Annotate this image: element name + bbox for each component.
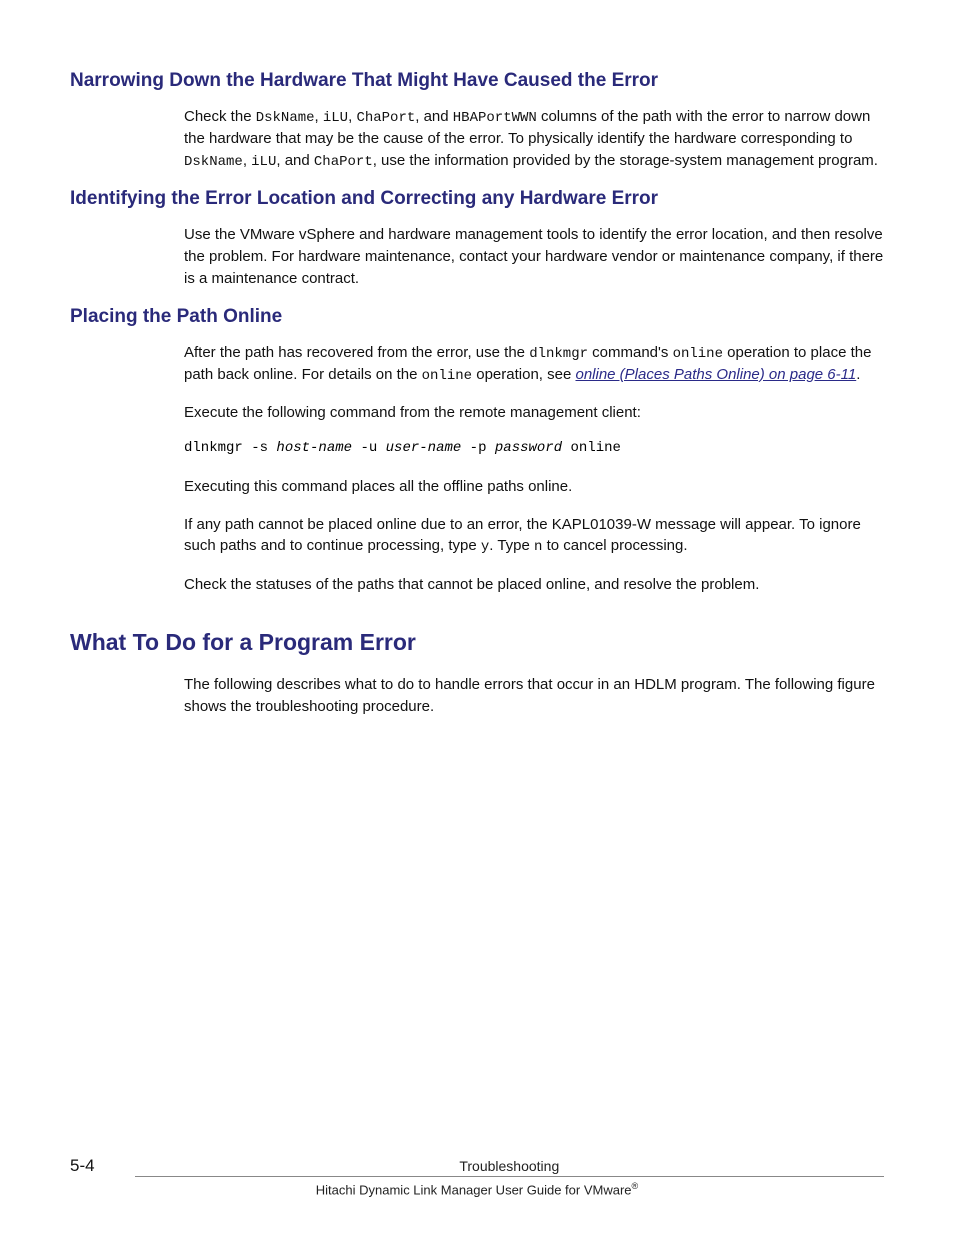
heading-narrowing: Narrowing Down the Hardware That Might H… — [70, 70, 884, 92]
registered-mark: ® — [632, 1181, 639, 1191]
code-dlnkmgr: dlnkmgr — [529, 346, 588, 362]
text: to cancel processing. — [542, 537, 687, 554]
code-y: y — [481, 539, 489, 555]
code-chaport2: ChaPort — [314, 154, 373, 170]
para-identifying-1: Use the VMware vSphere and hardware mana… — [184, 224, 884, 289]
text: , and — [415, 108, 453, 125]
text: , use the information provided by the st… — [373, 152, 878, 169]
text: . — [856, 366, 860, 383]
text: operation, see — [472, 366, 575, 383]
cmd-text: -u — [352, 440, 386, 456]
para-placing-5: Check the statuses of the paths that can… — [184, 574, 884, 596]
code-hbaportwwn: HBAPortWWN — [453, 110, 537, 126]
para-program-error-1: The following describes what to do to ha… — [184, 674, 884, 718]
footer-subtitle-text: Hitachi Dynamic Link Manager User Guide … — [316, 1182, 632, 1197]
para-placing-3: Executing this command places all the of… — [184, 476, 884, 498]
footer-doc-title: Hitachi Dynamic Link Manager User Guide … — [70, 1181, 884, 1197]
text: . Type — [489, 537, 534, 554]
code-dskname: DskName — [256, 110, 315, 126]
code-block-command: dlnkmgr -s host-name -u user-name -p pas… — [184, 440, 884, 456]
cmd-text: dlnkmgr -s — [184, 440, 276, 456]
text: , and — [276, 152, 314, 169]
page-number: 5-4 — [70, 1156, 95, 1176]
cmd-hostname: host-name — [276, 440, 352, 456]
code-dskname2: DskName — [184, 154, 243, 170]
cmd-text: online — [562, 440, 621, 456]
code-online: online — [673, 346, 723, 362]
footer-top-row: 5-4 Troubleshooting — [70, 1156, 884, 1177]
para-placing-2: Execute the following command from the r… — [184, 402, 884, 424]
text: command's — [588, 344, 673, 361]
heading-identifying: Identifying the Error Location and Corre… — [70, 188, 884, 210]
code-online2: online — [422, 368, 472, 384]
page-footer: 5-4 Troubleshooting Hitachi Dynamic Link… — [70, 1156, 884, 1197]
code-ilu: iLU — [323, 110, 348, 126]
text: , — [243, 152, 251, 169]
para-placing-4: If any path cannot be placed online due … — [184, 514, 884, 558]
code-chaport: ChaPort — [356, 110, 415, 126]
para-placing-1: After the path has recovered from the er… — [184, 342, 884, 387]
heading-program-error: What To Do for a Program Error — [70, 629, 884, 656]
para-narrowing-1: Check the DskName, iLU, ChaPort, and HBA… — [184, 106, 884, 172]
code-ilu2: iLU — [251, 154, 276, 170]
text: After the path has recovered from the er… — [184, 344, 529, 361]
cmd-password: password — [495, 440, 562, 456]
footer-section-title: Troubleshooting — [135, 1158, 884, 1177]
text: , — [315, 108, 323, 125]
cmd-text: -p — [461, 440, 495, 456]
cmd-username: user-name — [386, 440, 462, 456]
text: Check the — [184, 108, 256, 125]
heading-placing: Placing the Path Online — [70, 306, 884, 328]
link-online-paths[interactable]: online (Places Paths Online) on page 6-1… — [575, 366, 856, 383]
